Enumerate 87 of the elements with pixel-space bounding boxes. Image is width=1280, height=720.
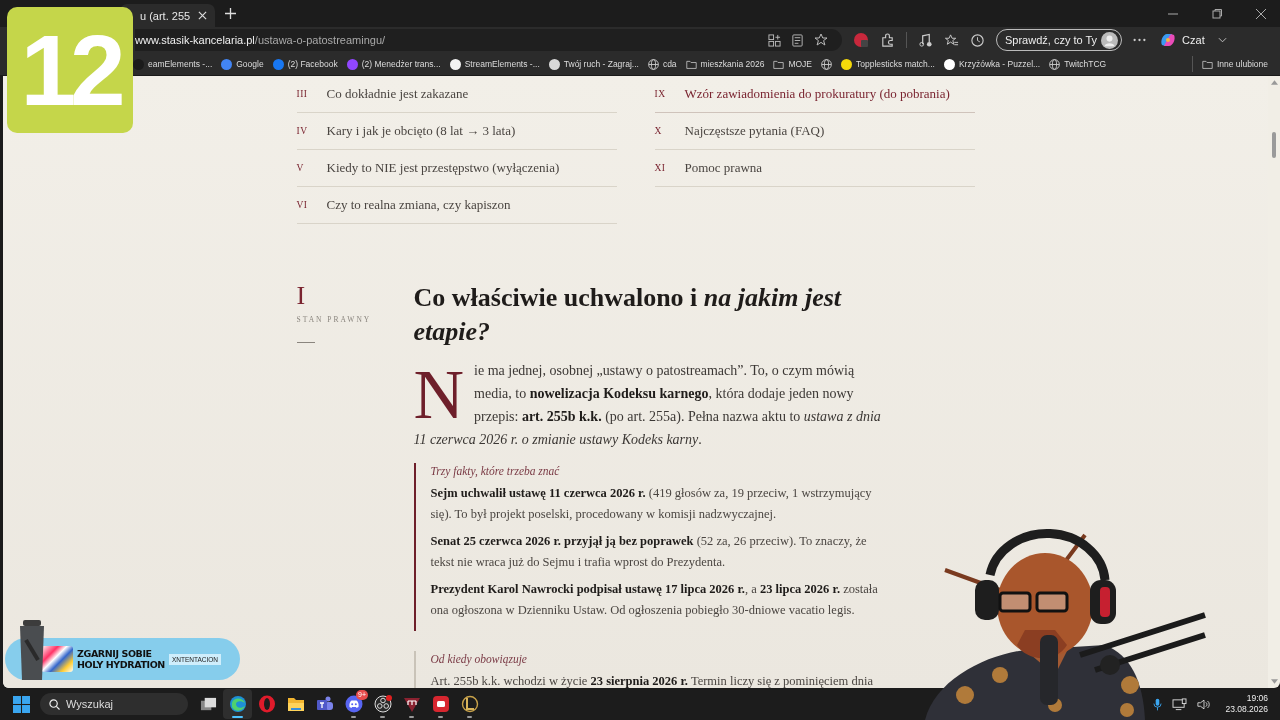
puzzle-icon[interactable] — [880, 32, 895, 48]
toc-link[interactable]: IX Wzór zawiadomienia do prokuratury (do pobrania) — [654, 76, 975, 113]
toc-link[interactable]: XI Pomoc prawna — [654, 150, 975, 187]
date-text: 23.08.2026 — [1225, 704, 1268, 715]
copilot-icon — [1159, 31, 1178, 49]
clock[interactable]: 19:06 23.08.2026 — [1225, 693, 1268, 715]
time-text: 19:06 — [1246, 693, 1268, 704]
opera-icon — [257, 695, 276, 713]
history-icon[interactable] — [970, 32, 985, 48]
start-icon[interactable] — [13, 695, 30, 713]
search-icon — [49, 699, 60, 710]
game-icon — [460, 695, 479, 713]
bookmark-item[interactable]: MOJE — [773, 58, 812, 70]
favicon-icon — [133, 58, 144, 70]
favicon-icon — [346, 58, 358, 70]
callout-paragraph: Senat 25 czerwca 2026 r. przyjął ją bez poprawek (52 za, 26 przeciw). To znaczy, że tekst nie wraca już do Sejmu i trafia wprost do Prezydenta. — [430, 533, 868, 571]
globe-icon — [821, 58, 832, 70]
folder-icon — [773, 58, 785, 70]
bookmark-item[interactable]: Google — [221, 58, 264, 70]
record-app-icon — [373, 695, 392, 713]
favicon-icon — [449, 58, 461, 70]
close-icon[interactable] — [1256, 8, 1266, 19]
chevron-down-icon[interactable] — [1217, 37, 1227, 43]
search-field[interactable]: Wyszukaj — [40, 693, 188, 715]
url-text: www.stasik-kancelaria.pl/ustawa-o-patostreamingu/ — [135, 34, 386, 46]
bookmark-item[interactable]: mieszkania 2026 — [685, 58, 765, 70]
bookmark-item[interactable]: TwitchTCG — [1049, 58, 1107, 70]
bookmark-item[interactable]: Krzyżówka - Puzzel... — [943, 58, 1041, 70]
reader-icon[interactable] — [791, 33, 804, 47]
network-icon[interactable] — [1172, 697, 1188, 711]
avatar-icon — [1101, 31, 1119, 49]
restore-icon[interactable] — [1212, 8, 1222, 19]
favicon-icon — [943, 58, 955, 70]
folder-icon — [685, 58, 697, 70]
browser-icon — [228, 695, 247, 713]
shaker-bottle-drawing — [17, 620, 47, 682]
bookmark-item[interactable] — [821, 58, 832, 70]
chat-app-icon — [344, 695, 363, 713]
callout-paragraph: Sejm uchwalił ustawę 11 czerwca 2026 r. (419 głosów za, 19 przeciw, 1 wstrzymujący się). To był projekt poselski, procedowany w komisji nadzwyczajnej. — [430, 485, 873, 523]
windows-icon — [200, 695, 217, 713]
favicon-icon — [841, 58, 852, 70]
section-numeral: I — [296, 281, 306, 311]
microphone-icon[interactable] — [1153, 697, 1163, 711]
callout-title: Od kiedy obowiązuje — [430, 653, 528, 665]
more-icon[interactable] — [1133, 38, 1147, 42]
extension-icon[interactable] — [853, 32, 869, 48]
globe-icon — [647, 58, 659, 70]
callout-paragraph: Prezydent Karol Nawrocki podpisał ustawę 17 lipca 2026 r., a 23 lipca 2026 r. została ona ogłoszona w Dzienniku Ustaw. Od ogłoszenia pobiegło 30-dniowe vacatio legis. — [430, 581, 879, 619]
toc-link[interactable]: V Kiedy to NIE jest przestępstwo (wyłączenia) — [296, 150, 617, 187]
people-icon — [315, 695, 334, 713]
profile-button[interactable]: Sprawdź, czy to Ty — [996, 29, 1123, 51]
section-heading: Co właściwie uchwalono i na jakim jest etapie? — [413, 282, 843, 348]
new-tab-icon[interactable] — [225, 8, 237, 19]
bookmark-item[interactable]: Topplesticks match... — [841, 58, 935, 70]
music-icon[interactable] — [918, 32, 933, 48]
bookmark-item[interactable]: (2) Facebook — [272, 58, 338, 70]
address-field[interactable]: www.stasik-kancelaria.pl/ustawa-o-patostreamingu/ — [135, 29, 842, 51]
volume-icon[interactable] — [1197, 697, 1212, 711]
bookmark-item[interactable]: eamElements -... — [133, 58, 213, 70]
bookmark-item[interactable]: (2) Menedżer trans... — [346, 58, 441, 70]
favicon-icon — [272, 58, 284, 70]
folder-icon — [1201, 58, 1213, 70]
bookmark-item[interactable]: StreamElements -... — [449, 58, 540, 70]
product-picture — [41, 646, 73, 672]
callout-paragraph: Art. 255b k.k. wchodzi w życie 23 sierpnia 2026 r. Termin liczy się z pominięciem dnia — [430, 673, 874, 688]
taskbar-app[interactable] — [223, 689, 252, 719]
fist-icon — [431, 695, 450, 713]
shield-icon — [402, 695, 421, 713]
star-icon[interactable] — [814, 33, 828, 47]
favicon-icon — [548, 58, 560, 70]
toc-link[interactable]: IV Kary i jak je obcięto (8 lat → 3 lata) — [296, 113, 617, 150]
bookmark-folder[interactable]: Inne ulubione — [1201, 58, 1268, 70]
globe-icon — [1049, 58, 1061, 70]
ad-headline: ZGARNIJ SOBIE HOLY HYDRATION — [77, 648, 165, 670]
toc-link[interactable]: X Najczęstsze pytania (FAQ) — [654, 113, 975, 150]
chat-button[interactable]: Czat — [1157, 31, 1207, 49]
bookmark-item[interactable]: cda — [647, 58, 677, 70]
toc-link[interactable]: III Co dokładnie jest zakazane — [296, 76, 617, 113]
toc-link[interactable]: VI Czy to realna zmiana, czy kapiszon — [296, 187, 617, 224]
callout-title: Trzy fakty, które trzeba znać — [430, 465, 561, 477]
folder-icon — [286, 696, 305, 712]
apps-icon[interactable] — [768, 33, 781, 47]
episode-number-badge: 12 — [7, 7, 133, 133]
favorites-icon[interactable] — [944, 32, 959, 48]
favicon-icon — [221, 58, 233, 70]
bookmark-item[interactable]: Twój ruch - Zagraj... — [548, 58, 639, 70]
scrollbar-thumb[interactable] — [1272, 132, 1276, 158]
